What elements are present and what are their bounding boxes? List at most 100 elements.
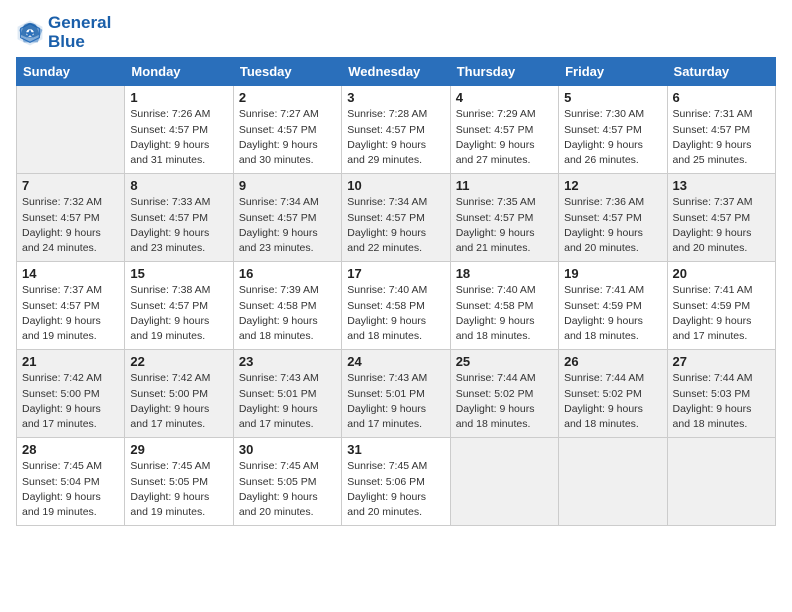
day-info: Sunrise: 7:31 AMSunset: 4:57 PMDaylight:…: [673, 107, 770, 168]
logo-area: General Blue: [16, 10, 111, 51]
day-info: Sunrise: 7:38 AMSunset: 4:57 PMDaylight:…: [130, 283, 227, 344]
day-number: 21: [22, 354, 119, 369]
day-info: Sunrise: 7:45 AMSunset: 5:05 PMDaylight:…: [239, 459, 336, 520]
calendar-cell: 15 Sunrise: 7:38 AMSunset: 4:57 PMDayligh…: [125, 262, 233, 350]
day-number: 12: [564, 178, 661, 193]
calendar-cell: 2 Sunrise: 7:27 AMSunset: 4:57 PMDaylight…: [233, 86, 341, 174]
week-row-3: 21 Sunrise: 7:42 AMSunset: 5:00 PMDayligh…: [17, 350, 776, 438]
day-info: Sunrise: 7:37 AMSunset: 4:57 PMDaylight:…: [22, 283, 119, 344]
day-number: 16: [239, 266, 336, 281]
day-number: 22: [130, 354, 227, 369]
day-info: Sunrise: 7:39 AMSunset: 4:58 PMDaylight:…: [239, 283, 336, 344]
day-number: 17: [347, 266, 444, 281]
calendar-cell: 6 Sunrise: 7:31 AMSunset: 4:57 PMDaylight…: [667, 86, 775, 174]
calendar-cell: 9Sunrise: 7:34 AMSunset: 4:57 PMDaylight…: [233, 174, 341, 262]
calendar-cell: [17, 86, 125, 174]
day-info: Sunrise: 7:29 AMSunset: 4:57 PMDaylight:…: [456, 107, 553, 168]
weekday-header-monday: Monday: [125, 58, 233, 86]
calendar-cell: 28 Sunrise: 7:45 AMSunset: 5:04 PMDayligh…: [17, 438, 125, 526]
day-number: 18: [456, 266, 553, 281]
day-info: Sunrise: 7:42 AMSunset: 5:00 PMDaylight:…: [22, 371, 119, 432]
calendar-cell: 30 Sunrise: 7:45 AMSunset: 5:05 PMDayligh…: [233, 438, 341, 526]
calendar-cell: 25 Sunrise: 7:44 AMSunset: 5:02 PMDayligh…: [450, 350, 558, 438]
day-info: Sunrise: 7:27 AMSunset: 4:57 PMDaylight:…: [239, 107, 336, 168]
logo-icon: [16, 19, 44, 47]
calendar-cell: 16 Sunrise: 7:39 AMSunset: 4:58 PMDayligh…: [233, 262, 341, 350]
day-info: Sunrise: 7:44 AMSunset: 5:02 PMDaylight:…: [456, 371, 553, 432]
day-info: Sunrise: 7:43 AMSunset: 5:01 PMDaylight:…: [347, 371, 444, 432]
day-number: 4: [456, 90, 553, 105]
calendar-cell: 7Sunrise: 7:32 AMSunset: 4:57 PMDaylight…: [17, 174, 125, 262]
day-number: 26: [564, 354, 661, 369]
calendar-cell: 12 Sunrise: 7:36 AMSunset: 4:57 PMDayligh…: [559, 174, 667, 262]
weekday-header-tuesday: Tuesday: [233, 58, 341, 86]
day-number: 13: [673, 178, 770, 193]
calendar-cell: 24Sunrise: 7:43 AMSunset: 5:01 PMDayligh…: [342, 350, 450, 438]
day-info: Sunrise: 7:36 AMSunset: 4:57 PMDaylight:…: [564, 195, 661, 256]
day-info: Sunrise: 7:41 AMSunset: 4:59 PMDaylight:…: [564, 283, 661, 344]
day-info: Sunrise: 7:34 AMSunset: 4:57 PMDaylight:…: [347, 195, 444, 256]
calendar-cell: 14 Sunrise: 7:37 AMSunset: 4:57 PMDayligh…: [17, 262, 125, 350]
day-number: 2: [239, 90, 336, 105]
page: General Blue SundayMondayTuesdayWednesda…: [0, 0, 792, 612]
day-number: 10: [347, 178, 444, 193]
calendar-cell: 8Sunrise: 7:33 AMSunset: 4:57 PMDaylight…: [125, 174, 233, 262]
day-number: 5: [564, 90, 661, 105]
calendar-cell: 5 Sunrise: 7:30 AMSunset: 4:57 PMDaylight…: [559, 86, 667, 174]
calendar-cell: 23Sunrise: 7:43 AMSunset: 5:01 PMDayligh…: [233, 350, 341, 438]
day-info: Sunrise: 7:40 AMSunset: 4:58 PMDaylight:…: [456, 283, 553, 344]
weekday-header-thursday: Thursday: [450, 58, 558, 86]
calendar-cell: 18 Sunrise: 7:40 AMSunset: 4:58 PMDayligh…: [450, 262, 558, 350]
day-number: 6: [673, 90, 770, 105]
day-number: 27: [673, 354, 770, 369]
calendar-cell: 20 Sunrise: 7:41 AMSunset: 4:59 PMDayligh…: [667, 262, 775, 350]
calendar-cell: 3Sunrise: 7:28 AMSunset: 4:57 PMDaylight…: [342, 86, 450, 174]
day-info: Sunrise: 7:44 AMSunset: 5:02 PMDaylight:…: [564, 371, 661, 432]
day-number: 25: [456, 354, 553, 369]
day-info: Sunrise: 7:34 AMSunset: 4:57 PMDaylight:…: [239, 195, 336, 256]
calendar-cell: 17Sunrise: 7:40 AMSunset: 4:58 PMDayligh…: [342, 262, 450, 350]
calendar-table: SundayMondayTuesdayWednesdayThursdayFrid…: [16, 57, 776, 526]
day-number: 29: [130, 442, 227, 457]
day-number: 19: [564, 266, 661, 281]
day-info: Sunrise: 7:44 AMSunset: 5:03 PMDaylight:…: [673, 371, 770, 432]
day-number: 15: [130, 266, 227, 281]
weekday-header-friday: Friday: [559, 58, 667, 86]
header: General Blue: [16, 10, 776, 51]
day-number: 11: [456, 178, 553, 193]
day-number: 23: [239, 354, 336, 369]
day-number: 28: [22, 442, 119, 457]
calendar-cell: [667, 438, 775, 526]
day-number: 31: [347, 442, 444, 457]
day-info: Sunrise: 7:28 AMSunset: 4:57 PMDaylight:…: [347, 107, 444, 168]
day-info: Sunrise: 7:41 AMSunset: 4:59 PMDaylight:…: [673, 283, 770, 344]
day-info: Sunrise: 7:45 AMSunset: 5:04 PMDaylight:…: [22, 459, 119, 520]
calendar-cell: [559, 438, 667, 526]
calendar-cell: 31 Sunrise: 7:45 AMSunset: 5:06 PMDayligh…: [342, 438, 450, 526]
week-row-1: 7Sunrise: 7:32 AMSunset: 4:57 PMDaylight…: [17, 174, 776, 262]
calendar-cell: 21 Sunrise: 7:42 AMSunset: 5:00 PMDayligh…: [17, 350, 125, 438]
day-info: Sunrise: 7:45 AMSunset: 5:05 PMDaylight:…: [130, 459, 227, 520]
day-number: 14: [22, 266, 119, 281]
calendar-cell: 1Sunrise: 7:26 AMSunset: 4:57 PMDaylight…: [125, 86, 233, 174]
calendar-cell: 22 Sunrise: 7:42 AMSunset: 5:00 PMDayligh…: [125, 350, 233, 438]
weekday-header-sunday: Sunday: [17, 58, 125, 86]
calendar-cell: 26 Sunrise: 7:44 AMSunset: 5:02 PMDayligh…: [559, 350, 667, 438]
day-number: 7: [22, 178, 119, 193]
week-row-0: 1Sunrise: 7:26 AMSunset: 4:57 PMDaylight…: [17, 86, 776, 174]
day-number: 30: [239, 442, 336, 457]
calendar-cell: 13Sunrise: 7:37 AMSunset: 4:57 PMDayligh…: [667, 174, 775, 262]
day-info: Sunrise: 7:42 AMSunset: 5:00 PMDaylight:…: [130, 371, 227, 432]
calendar-cell: 11 Sunrise: 7:35 AMSunset: 4:57 PMDayligh…: [450, 174, 558, 262]
day-info: Sunrise: 7:30 AMSunset: 4:57 PMDaylight:…: [564, 107, 661, 168]
week-row-4: 28 Sunrise: 7:45 AMSunset: 5:04 PMDayligh…: [17, 438, 776, 526]
calendar-cell: 29 Sunrise: 7:45 AMSunset: 5:05 PMDayligh…: [125, 438, 233, 526]
calendar-cell: [450, 438, 558, 526]
day-number: 1: [130, 90, 227, 105]
day-number: 8: [130, 178, 227, 193]
day-info: Sunrise: 7:45 AMSunset: 5:06 PMDaylight:…: [347, 459, 444, 520]
day-info: Sunrise: 7:35 AMSunset: 4:57 PMDaylight:…: [456, 195, 553, 256]
calendar-cell: 19 Sunrise: 7:41 AMSunset: 4:59 PMDayligh…: [559, 262, 667, 350]
day-number: 20: [673, 266, 770, 281]
calendar-cell: 10 Sunrise: 7:34 AMSunset: 4:57 PMDayligh…: [342, 174, 450, 262]
